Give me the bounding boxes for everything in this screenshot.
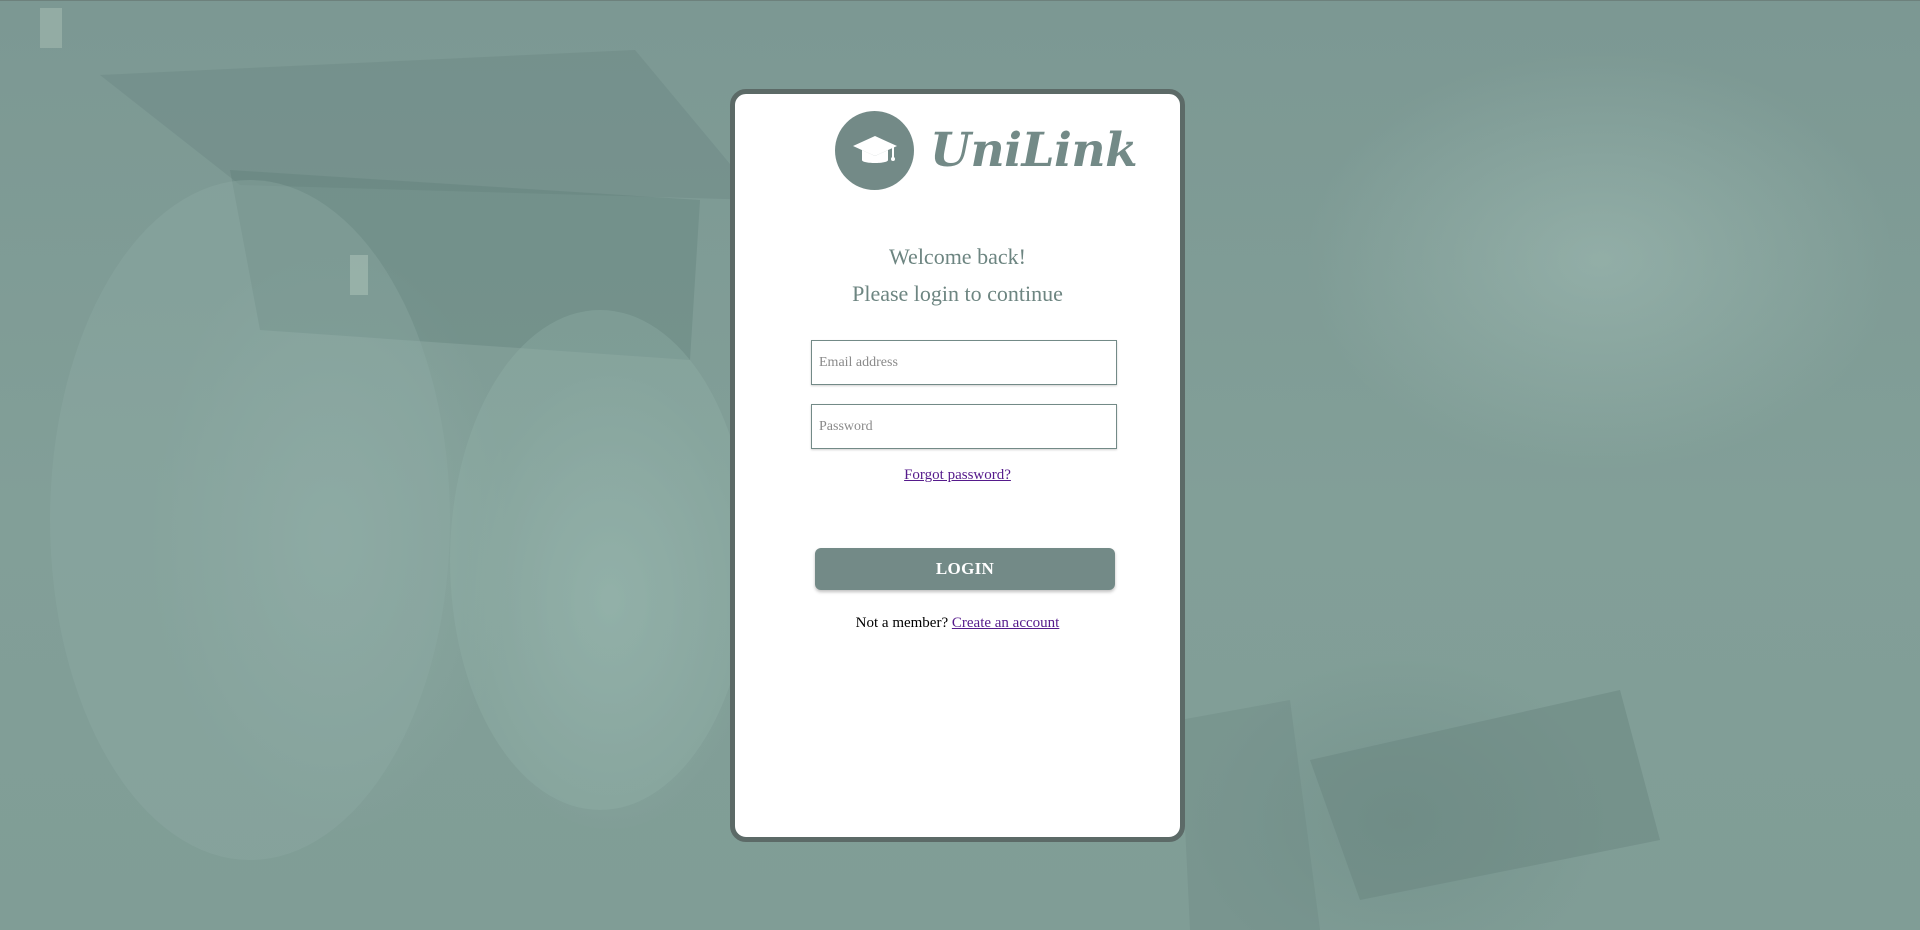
- graduation-cap-icon: [852, 135, 897, 163]
- brand-logo[interactable]: UniLink: [835, 111, 1138, 190]
- welcome-message: Welcome back! Please login to continue: [735, 238, 1180, 312]
- welcome-subtitle: Please login to continue: [852, 281, 1063, 306]
- password-field[interactable]: [811, 404, 1117, 449]
- login-button[interactable]: LOGIN: [815, 548, 1115, 590]
- email-field[interactable]: [811, 340, 1117, 385]
- create-account-link[interactable]: Create an account: [952, 615, 1059, 631]
- brand-name: UniLink: [930, 123, 1138, 178]
- forgot-password-row: Forgot password?: [735, 467, 1180, 484]
- logo-badge: [835, 111, 914, 190]
- window-top-border: [0, 0, 1920, 1]
- signup-row: Not a member? Create an account: [735, 615, 1180, 632]
- welcome-title: Welcome back!: [889, 244, 1026, 269]
- forgot-password-link[interactable]: Forgot password?: [904, 467, 1011, 483]
- signup-prompt: Not a member?: [855, 615, 949, 631]
- login-card: UniLink Welcome back! Please login to co…: [730, 89, 1185, 842]
